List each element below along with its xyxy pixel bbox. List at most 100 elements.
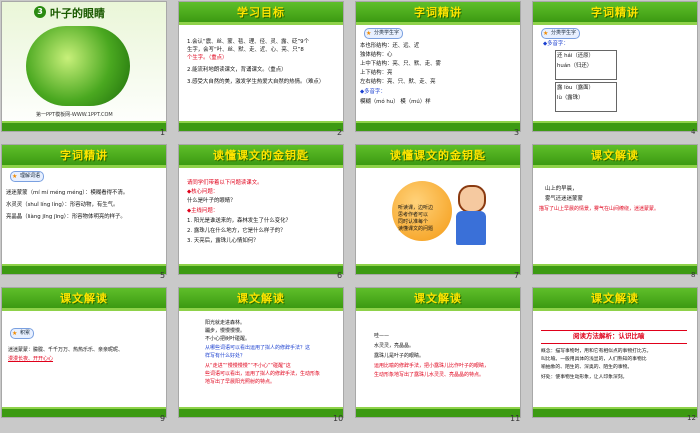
- bottom-bar: [356, 407, 520, 417]
- slide-1[interactable]: 3 叶子的眼睛 第一PPT模板网-WWW.1PPT.COM: [2, 2, 166, 131]
- lesson-number-badge: 3: [34, 6, 46, 18]
- text-line: 请同学们带着以下问题读课文。: [187, 180, 263, 186]
- slide-3[interactable]: 字词精讲 分类学生字 本也形结构：还、远、近 独体结构：心 上中下结构：亮、只、…: [356, 2, 520, 131]
- title-bar: 课文解读: [356, 288, 520, 311]
- text-line: 哇——: [374, 333, 390, 339]
- text-line: 从“走进”“慢慢慢慢”“不小心”“碰醒”这: [205, 363, 291, 369]
- slide-5[interactable]: 字词精讲 理解词语 迷迷蒙蒙（mí mí méng méng）：模糊看得不清。 …: [2, 145, 166, 274]
- text-line: 3.感受大自然的美，激发学生热爱大自然的热情。（难点）: [187, 79, 325, 85]
- text-line: 2. 露珠儿在什么地方，它是什么样子的？: [187, 228, 286, 234]
- text-line: 些词语可以看出，运用了拟人的修辞手法，生动形象: [205, 371, 321, 377]
- text-line: huán（归还）: [557, 63, 593, 69]
- slide-9[interactable]: 课文解读 积累 迷迷蒙蒙：朦胧、千千万万、热热乐乐、亲亲昵昵、 漫漫长夜、开开心…: [2, 288, 166, 417]
- text-line: 1. 阳光是谁送来的，森林发生了什么变化？: [187, 218, 291, 224]
- text-line: 生动形象地写出了露珠儿水灵灵、亮晶晶的特点。: [374, 372, 485, 378]
- text-line: 还 hái（还原）: [557, 53, 594, 59]
- bottom-bar: [356, 121, 520, 131]
- slide-title: 读懂课文的金钥匙: [390, 149, 486, 162]
- section-badge: 分类学生字: [364, 28, 404, 39]
- bottom-bar: [179, 407, 343, 417]
- text-line: 从哪些词语可以看出运用了拟人的修辞手法？这: [205, 345, 311, 351]
- text-line: 概念：描写事物时，用和它有相似点的事物打比方。: [541, 349, 652, 354]
- text-line: 左右结构：亮、只、默、走、亮: [360, 79, 436, 85]
- text-line: 水灵灵（shuǐ líng líng）：形容动物，有生气。: [6, 202, 119, 208]
- text-line: 喻抽象的、陌生的、深奥的、陌生的事物。: [541, 365, 633, 370]
- text-line: 亮晶晶（liàng jīng jīng）：形容物体明亮的样子。: [6, 214, 126, 220]
- bubble-text: 同时认准每个: [398, 219, 429, 225]
- slide-7[interactable]: 读懂课文的金钥匙 听读课，边听边 思考作者可以 同时认准每个 读懂课文的问题: [356, 145, 520, 274]
- title-bar: 课文解读: [533, 288, 697, 311]
- bottom-bar: [356, 264, 520, 274]
- text-line: 什么是叶子的眼睛？: [187, 198, 236, 204]
- kid-head-icon: [458, 185, 486, 213]
- title-bar: 读懂课文的金钥匙: [179, 145, 343, 168]
- slide-title: 课文解读: [60, 292, 108, 305]
- slide-6[interactable]: 读懂课文的金钥匙 请同学们带着以下问题读课文。 ◆核心问题： 什么是叶子的眼睛？…: [179, 145, 343, 274]
- slide-2[interactable]: 学习目标 1.会认“震、丝、蒙、毯、理、径、灵、露、砭”9个 生字，会写“叶、丝…: [179, 2, 343, 131]
- text-line: 漫漫长夜、开开心心: [8, 356, 54, 362]
- bottom-bar: [2, 407, 166, 417]
- slide-title: 字词精讲: [591, 6, 639, 19]
- bottom-bar: [2, 121, 166, 131]
- bubble-text: 思考作者可以: [398, 212, 429, 218]
- slide-title: 学习目标: [237, 6, 285, 19]
- text-line: ◆多音字：: [360, 89, 386, 95]
- title-bar: 课文解读: [2, 288, 166, 311]
- text-line: ◆核心问题：: [187, 189, 219, 195]
- slide-12[interactable]: 课文解读 阅读方法解析：认识比喻 概念：描写事物时，用和它有相似点的事物打比方。…: [533, 288, 697, 417]
- text-line: ◆多音字：: [543, 41, 569, 47]
- bottom-bar: [179, 121, 343, 131]
- text-line: 生字，会写“叶、丝、默、走、近、心、亮、只”8: [187, 47, 304, 53]
- title-bar: 课文解读: [533, 145, 697, 168]
- text-line: 描写了山上早晨的情景，雾气在山间缭绕，迷迷蒙蒙。: [539, 206, 660, 212]
- text-line: 2.能流利地朗读课文，背诵课文。（重点）: [187, 67, 287, 73]
- text-line: 不小心把树叶碰醒。: [205, 336, 251, 342]
- title-bar: 学习目标: [179, 2, 343, 25]
- text-line: 地写出了早晨阳光照射的特点。: [205, 379, 276, 385]
- footer-text: 第一PPT模板网-WWW.1PPT.COM: [36, 112, 113, 118]
- slide-title: 课文解读: [591, 292, 639, 305]
- bottom-bar: [2, 264, 166, 274]
- text-line: 好处：使事物生动形象，让人印象深刻。: [541, 375, 628, 380]
- bottom-bar: [533, 407, 697, 417]
- text-line: 迷迷蒙蒙（mí mí méng méng）：模糊看得不清。: [6, 190, 129, 196]
- slide-title: 课文解读: [414, 292, 462, 305]
- divider-bottom: [541, 343, 687, 344]
- bottom-bar: [533, 264, 697, 274]
- slide-8[interactable]: 课文解读 山上的早晨， 雾气还迷迷蒙蒙 描写了山上早晨的情景，雾气在山间缭绕，迷…: [533, 145, 697, 274]
- title-bar: 字词精讲: [356, 2, 520, 25]
- title-bar: 字词精讲: [533, 2, 697, 25]
- text-line: 样写有什么好处？: [205, 353, 246, 359]
- title-bar: 字词精讲: [2, 145, 166, 168]
- text-line: 露珠儿是叶子的眼睛。: [374, 353, 425, 359]
- slide-title: 课文解读: [237, 292, 285, 305]
- leaf-image: [26, 26, 130, 106]
- text-line: 3. 天亮后，露珠儿心情如何？: [187, 238, 259, 244]
- bubble-text: 听读课，边听边: [398, 205, 434, 211]
- slide-4[interactable]: 字词精讲 分类学生字 ◆多音字： 还 hái（还原） huán（归还） 露 lò…: [533, 2, 697, 131]
- section-badge: 分类学生字: [541, 28, 581, 39]
- slide-10[interactable]: 课文解读 阳光就走进森林。 蹦步，慢慢慢慢。 不小心把树叶碰醒。 从哪些词语可以…: [179, 288, 343, 417]
- text-line: ◆主线问题：: [187, 208, 219, 214]
- text-line: 水灵灵，亮晶晶。: [374, 343, 415, 349]
- bottom-bar: [533, 121, 697, 131]
- text-line: 运用比喻的修辞手法，把小露珠儿比作叶子的眼睛，: [374, 363, 490, 369]
- text-line: 阳光就走进森林。: [205, 320, 246, 326]
- section-badge: 积累: [10, 328, 35, 339]
- slide-11[interactable]: 课文解读 哇—— 水灵灵，亮晶晶。 露珠儿是叶子的眼睛。 运用比喻的修辞手法，把…: [356, 288, 520, 417]
- text-line: 1.会认“震、丝、蒙、毯、理、径、灵、露、砭”9个: [187, 39, 309, 45]
- bottom-bar: [179, 264, 343, 274]
- section-badge: 理解词语: [10, 171, 45, 182]
- subtitle: 阅读方法解析：认识比喻: [573, 332, 645, 340]
- slide-title: 字词精讲: [60, 149, 108, 162]
- text-line: 个生字。（重点）: [187, 55, 228, 61]
- text-line: 上下结构：亮: [360, 70, 393, 76]
- text-line: 雾气还迷迷蒙蒙: [545, 196, 583, 202]
- slide-title: 课文解读: [591, 149, 639, 162]
- bubble-text: 读懂课文的问题: [398, 226, 434, 232]
- kid-body-icon: [456, 211, 486, 245]
- text-line: 模糊（mó hu） 模（mú）样: [360, 99, 431, 105]
- slide-title: 读懂课文的金钥匙: [213, 149, 309, 162]
- text-line: 山上的早晨，: [545, 186, 578, 192]
- divider-top: [541, 330, 687, 331]
